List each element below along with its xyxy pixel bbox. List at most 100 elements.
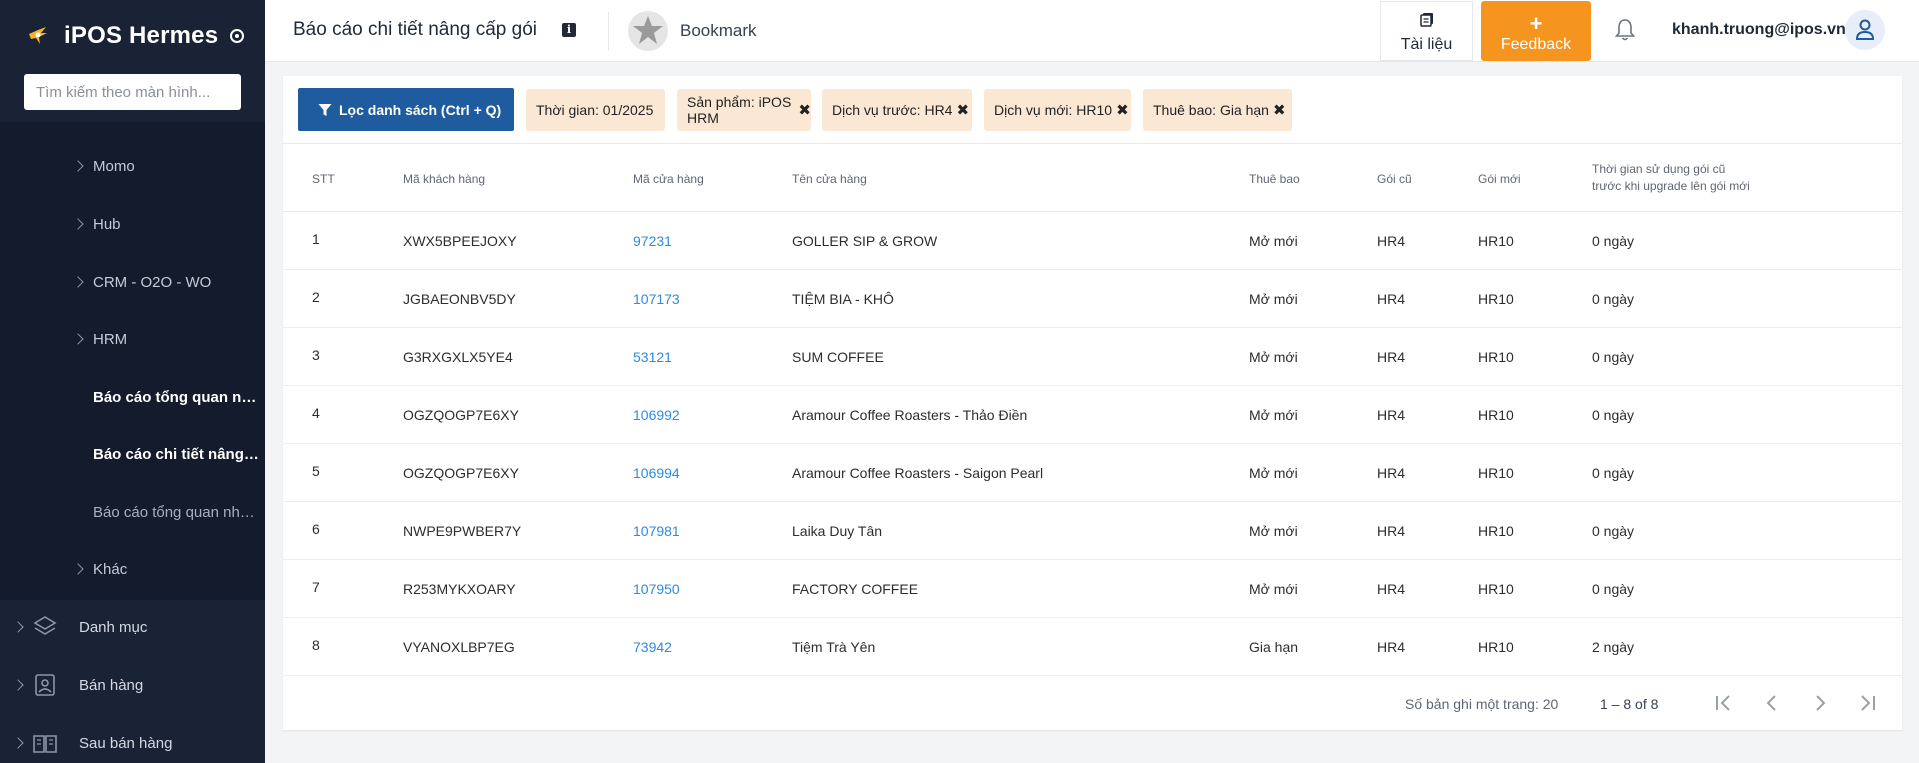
cell-store-name: Aramour Coffee Roasters - Thảo Điền [792, 407, 1028, 423]
filter-list-button[interactable]: Lọc danh sách (Ctrl + Q) [298, 88, 514, 131]
filter-chip-label: Thuê bao: Gia hạn [1153, 102, 1269, 118]
column-header-stt[interactable]: STT [312, 172, 335, 186]
cell-old-plan: HR4 [1377, 407, 1406, 423]
page-title: Báo cáo chi tiết nâng cấp gói [293, 19, 538, 40]
sidebar-item-label: Momo [93, 157, 135, 175]
info-icon[interactable]: i [562, 23, 576, 37]
cell-store-code[interactable]: 107173 [633, 291, 680, 307]
cell-store-name: TIỆM BIA - KHÔ [792, 291, 894, 307]
document-icon [1419, 13, 1433, 27]
column-header-new-plan[interactable]: Gói mới [1478, 172, 1521, 186]
filter-icon [318, 103, 332, 116]
cell-subscription: Mở mới [1249, 349, 1298, 365]
brand[interactable]: iPOS Hermes [0, 0, 265, 72]
cell-store-name: Aramour Coffee Roasters - Saigon Pearl [792, 465, 1044, 481]
table-row[interactable]: 4 OGZQOGP7E6XY 106992 Aramour Coffee Roaste… [283, 386, 1902, 444]
table-header: STT Mã khách hàng Mã cửa hàng Tên cửa hà… [283, 144, 1902, 212]
cell-old-plan: HR4 [1377, 639, 1406, 655]
sidebar-item-upgrade-detail[interactable]: Báo cáo chi tiết nâng cấp gói [0, 434, 265, 474]
table-row[interactable]: 1 XWX5BPEEJOXY 97231 GOLLER SIP & GROW Mở mớ… [283, 212, 1902, 270]
hermes-logo-icon [29, 27, 47, 44]
column-header-customer-code[interactable]: Mã khách hàng [403, 172, 485, 186]
table-footer: Số bản ghi một trang: 20 1 – 8 of 8 [283, 673, 1902, 730]
table-row[interactable]: 8 VYANOXLBP7EG 73942 Tiệm Trà Yên Gia hạn HR4… [283, 618, 1902, 676]
sidebar-item-catalog[interactable]: Danh mục [0, 604, 265, 650]
sidebar-item-hub[interactable]: Hub [0, 204, 265, 244]
sidebar-item-label: HRM [93, 330, 128, 348]
cell-usage: 0 ngày [1592, 581, 1635, 597]
prev-page-icon[interactable] [1760, 691, 1784, 715]
sidebar-item-after-sales[interactable]: Sau bán hàng [0, 720, 265, 763]
cell-store-code[interactable]: 97231 [633, 233, 672, 249]
chevron-right-icon [12, 621, 24, 633]
sidebar-item-label: Danh mục [79, 618, 148, 636]
sidebar-item-label: Hub [93, 215, 121, 233]
sidebar-item-upgrade-overview[interactable]: Báo cáo tổng quan nâng cấp gói [0, 377, 265, 417]
bell-icon[interactable] [1612, 17, 1638, 43]
filter-chip-label: Thời gian: 01/2025 [536, 102, 654, 118]
cell-store-code[interactable]: 106992 [633, 407, 680, 423]
first-page-icon[interactable] [1711, 691, 1735, 715]
sidebar-item-hrm[interactable]: HRM [0, 319, 265, 359]
cell-stt: 7 [312, 579, 320, 595]
cell-subscription: Mở mới [1249, 523, 1298, 539]
sidebar-item-crm[interactable]: CRM - O2O - WO [0, 262, 265, 302]
page-size-label[interactable]: Số bản ghi một trang: 20 [1405, 696, 1558, 712]
bookmark-label[interactable]: Bookmark [680, 21, 757, 41]
table-row[interactable]: 3 G3RXGXLX5YE4 53121 SUM COFFEE Mở mới HR4 HR1… [283, 328, 1902, 386]
cell-store-code[interactable]: 53121 [633, 349, 672, 365]
cell-customer-code: R253MYKXOARY [403, 581, 516, 597]
plus-icon: + [1529, 11, 1543, 36]
layers-icon [33, 616, 57, 635]
cell-store-code[interactable]: 107950 [633, 581, 680, 597]
report-card: Lọc danh sách (Ctrl + Q) Thời gian: 01/2… [283, 76, 1902, 730]
cell-customer-code: VYANOXLBP7EG [403, 639, 515, 655]
filter-chip-time[interactable]: Thời gian: 01/2025 [526, 89, 665, 131]
sidebar-item-sales[interactable]: Bán hàng [0, 662, 265, 708]
chevron-right-icon [12, 679, 24, 691]
filter-chip-product[interactable]: Sản phẩm: iPOS HRM ✖ [677, 89, 811, 131]
cell-stt: 5 [312, 463, 320, 479]
table-row[interactable]: 7 R253MYKXOARY 107950 FACTORY COFFEE Mở mới H… [283, 560, 1902, 618]
next-page-icon[interactable] [1808, 691, 1832, 715]
sidebar-item-label: Báo cáo tổng quan nâng cấp gói [93, 388, 263, 406]
cell-old-plan: HR4 [1377, 581, 1406, 597]
chevron-right-icon [72, 563, 84, 575]
filter-chip-subscription[interactable]: Thuê bao: Gia hạn ✖ [1143, 89, 1292, 131]
table-row[interactable]: 6 NWPE9PWBER7Y 107981 Laika Duy Tân Mở mới HR… [283, 502, 1902, 560]
docs-button-label: Tài liệu [1400, 36, 1453, 53]
cell-store-code[interactable]: 106994 [633, 465, 680, 481]
filter-chip-prev-service[interactable]: Dịch vụ trước: HR4 ✖ [822, 89, 972, 131]
cell-store-code[interactable]: 107981 [633, 523, 680, 539]
column-header-usage-line1: Thời gian sử dụng gói cũ [1592, 162, 1726, 176]
sidebar-search-input[interactable] [24, 74, 241, 110]
close-icon[interactable]: ✖ [1273, 101, 1286, 119]
column-header-store-code[interactable]: Mã cửa hàng [633, 172, 704, 186]
sidebar-item-momo[interactable]: Momo [0, 146, 265, 186]
column-header-old-plan[interactable]: Gói cũ [1377, 172, 1412, 186]
sidebar-item-label: CRM - O2O - WO [93, 273, 212, 291]
cell-new-plan: HR10 [1478, 233, 1514, 249]
close-icon[interactable]: ✖ [956, 101, 969, 119]
cell-customer-code: OGZQOGP7E6XY [403, 465, 519, 481]
feedback-button[interactable]: + Feedback [1481, 1, 1591, 61]
star-icon[interactable] [627, 10, 669, 52]
table-row[interactable]: 5 OGZQOGP7E6XY 106994 Aramour Coffee Roaste… [283, 444, 1902, 502]
brand-radio-icon[interactable] [230, 29, 245, 43]
cell-store-name: FACTORY COFFEE [792, 581, 919, 597]
user-email[interactable]: khanh.truong@ipos.vn [1672, 21, 1846, 39]
close-icon[interactable]: ✖ [1116, 101, 1129, 119]
close-icon[interactable]: ✖ [798, 101, 811, 119]
sidebar-item-other[interactable]: Khác [0, 549, 265, 589]
cell-store-code[interactable]: 73942 [633, 639, 672, 655]
cell-usage: 0 ngày [1592, 291, 1635, 307]
column-header-store-name[interactable]: Tên cửa hàng [792, 172, 867, 186]
sidebar-item-staff-overview[interactable]: Báo cáo tổng quan nhân viên [0, 492, 265, 532]
docs-button[interactable]: Tài liệu [1380, 1, 1473, 61]
avatar[interactable] [1845, 10, 1885, 50]
last-page-icon[interactable] [1856, 691, 1880, 715]
filter-chip-new-service[interactable]: Dịch vụ mới: HR10 ✖ [984, 89, 1131, 131]
column-header-usage[interactable]: Thời gian sử dụng gói cũ trước khi upgra… [1592, 161, 1750, 195]
table-row[interactable]: 2 JGBAEONBV5DY 107173 TIỆM BIA - KHÔ Mở mới H… [283, 270, 1902, 328]
column-header-subscription[interactable]: Thuê bao [1249, 172, 1300, 186]
